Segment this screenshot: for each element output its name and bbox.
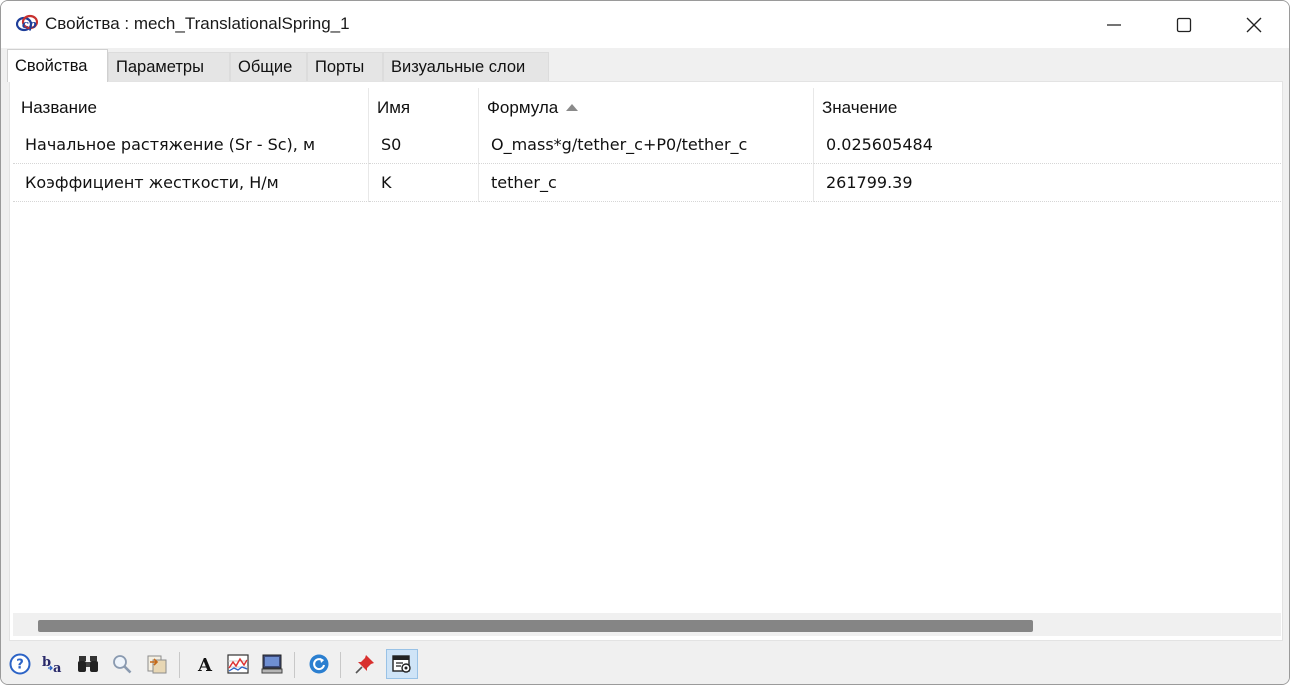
tab-general[interactable]: Общие xyxy=(230,52,307,81)
pin-button[interactable] xyxy=(352,651,378,677)
svg-text:cp: cp xyxy=(22,18,37,31)
magnifier-icon xyxy=(113,655,132,674)
tab-parameters[interactable]: Параметры xyxy=(108,52,230,81)
cell-value[interactable]: 0.025605484 xyxy=(814,126,1281,164)
svg-text:A: A xyxy=(197,655,213,675)
font-icon: A xyxy=(197,655,213,675)
column-header-value[interactable]: Значение xyxy=(814,88,1281,128)
cell-id[interactable]: S0 xyxy=(369,126,479,164)
binoculars-icon xyxy=(78,656,98,672)
tab-ports[interactable]: Порты xyxy=(307,52,383,81)
chart-icon xyxy=(227,654,249,674)
column-header-formula[interactable]: Формула xyxy=(479,88,814,128)
maximize-button[interactable] xyxy=(1149,1,1219,48)
minimize-icon xyxy=(1107,23,1121,26)
monitor-icon xyxy=(261,654,283,674)
cell-id[interactable]: K xyxy=(369,164,479,202)
column-header-id[interactable]: Имя xyxy=(369,88,479,128)
tab-visual-layers[interactable]: Визуальные слои xyxy=(383,52,549,81)
rename-button[interactable]: b a xyxy=(39,651,65,677)
cell-name[interactable]: Начальное растяжение (Sr - Sc), м xyxy=(13,126,369,164)
properties-panel: Название Имя Формула Значение Начальное … xyxy=(9,81,1283,641)
svg-text:a: a xyxy=(53,661,62,675)
view-toggle-button[interactable] xyxy=(386,649,418,679)
properties-window: cp Свойства : mech_TranslationalSpring_1… xyxy=(0,0,1290,685)
table-header: Название Имя Формула Значение xyxy=(13,88,1281,128)
horizontal-scrollbar[interactable] xyxy=(13,613,1281,636)
toolbar-separator xyxy=(179,652,180,678)
pin-icon xyxy=(355,655,374,674)
toolbar-separator xyxy=(340,652,341,678)
column-header-name[interactable]: Название xyxy=(13,88,369,128)
chart-button[interactable] xyxy=(225,651,251,677)
column-header-label: Название xyxy=(21,98,97,117)
zoom-button[interactable] xyxy=(109,651,135,677)
cell-name[interactable]: Коэффициент жесткости, Н/м xyxy=(13,164,369,202)
svg-text:?: ? xyxy=(16,658,24,673)
tab-strip: Свойства Параметры Общие Порты Визуальны… xyxy=(1,48,1289,82)
view-icon xyxy=(392,655,411,673)
monitor-button[interactable] xyxy=(259,651,285,677)
minimize-button[interactable] xyxy=(1079,1,1149,48)
table-row[interactable]: Коэффициент жесткости, Н/м K tether_c 26… xyxy=(13,164,1281,202)
help-button[interactable]: ? xyxy=(7,651,33,677)
column-header-label: Имя xyxy=(377,98,411,117)
sort-ascending-icon xyxy=(566,103,579,111)
app-logo-icon: cp xyxy=(16,14,38,32)
scrollbar-thumb[interactable] xyxy=(38,620,1033,632)
window-title: Свойства : mech_TranslationalSpring_1 xyxy=(45,14,350,33)
cell-formula[interactable]: O_mass*g/tether_c+P0/tether_c xyxy=(479,126,814,164)
tab-properties[interactable]: Свойства xyxy=(7,49,108,82)
title-bar[interactable]: cp Свойства : mech_TranslationalSpring_1 xyxy=(1,1,1289,48)
font-button[interactable]: A xyxy=(192,651,218,677)
rename-icon: b a xyxy=(42,655,62,675)
import-icon xyxy=(147,655,167,674)
close-icon xyxy=(1246,17,1262,32)
cell-value[interactable]: 261799.39 xyxy=(814,164,1281,202)
column-header-label: Значение xyxy=(822,98,898,117)
toolbar-separator xyxy=(294,652,295,678)
import-button[interactable] xyxy=(144,651,170,677)
cell-formula[interactable]: tether_c xyxy=(479,164,814,202)
help-icon: ? xyxy=(9,653,31,675)
table-row[interactable]: Начальное растяжение (Sr - Sc), м S0 O_m… xyxy=(13,126,1281,164)
refresh-icon xyxy=(309,654,329,674)
close-button[interactable] xyxy=(1219,1,1289,48)
column-header-label: Формула xyxy=(487,98,559,117)
maximize-icon xyxy=(1176,17,1192,32)
find-button[interactable] xyxy=(75,651,101,677)
refresh-button[interactable] xyxy=(306,651,332,677)
bottom-toolbar: ? b a A xyxy=(1,646,1289,684)
properties-table: Название Имя Формула Значение Начальное … xyxy=(13,88,1281,202)
